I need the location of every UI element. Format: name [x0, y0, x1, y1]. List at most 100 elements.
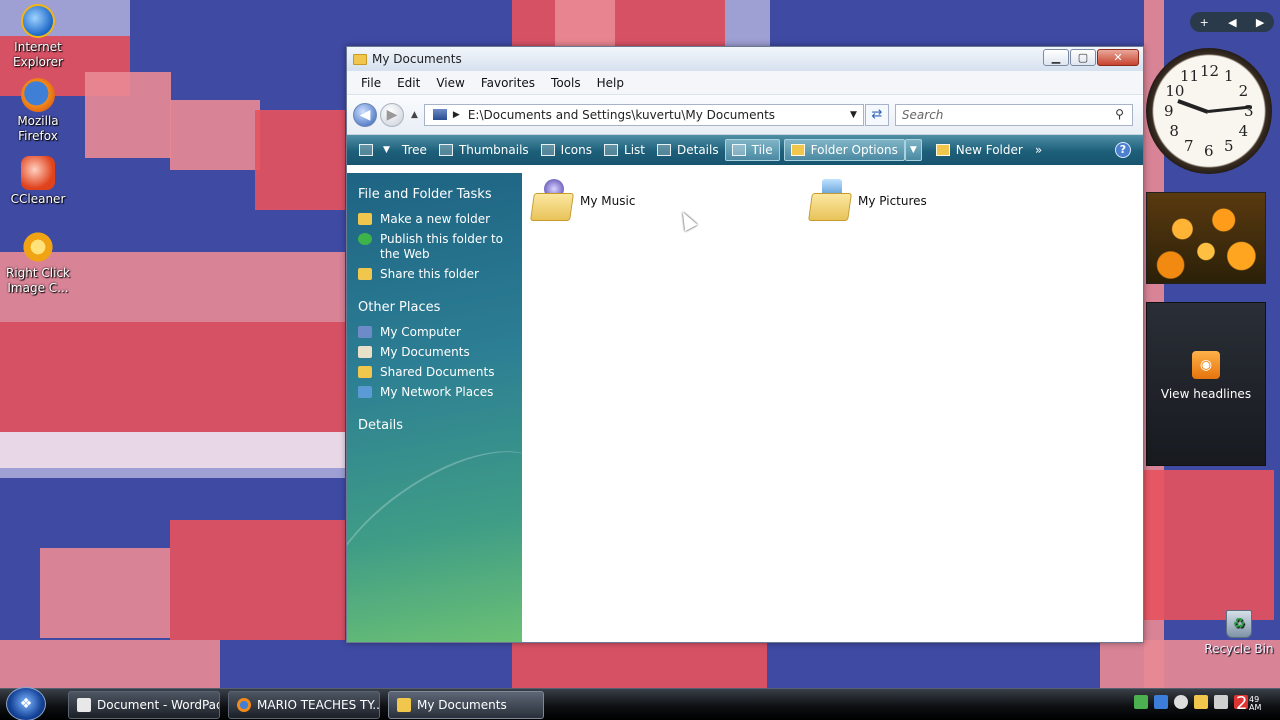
- make-new-folder-link[interactable]: Make a new folder: [358, 212, 522, 227]
- search-input[interactable]: Search ⚲: [894, 103, 1133, 126]
- address-bar[interactable]: ▶ E:\Documents and Settings\kuvertu\My D…: [423, 103, 864, 126]
- menu-bar: File Edit View Favorites Tools Help: [347, 71, 1143, 95]
- wallpaper-tile: [170, 520, 345, 640]
- my-documents-link[interactable]: My Documents: [358, 345, 522, 360]
- wallpaper-tile: [40, 548, 170, 638]
- wordpad-icon: [77, 698, 91, 712]
- refresh-button[interactable]: ⇄: [864, 103, 889, 126]
- shared-documents-link[interactable]: Shared Documents: [358, 365, 522, 380]
- menu-edit[interactable]: Edit: [389, 76, 428, 90]
- wallpaper-tile: [555, 0, 615, 46]
- menu-tools[interactable]: Tools: [543, 76, 589, 90]
- minimize-button[interactable]: ▁: [1043, 49, 1069, 66]
- details-heading[interactable]: Details: [358, 418, 522, 433]
- maximize-button[interactable]: ▢: [1070, 49, 1096, 66]
- thumbnails-button[interactable]: Thumbnails: [433, 139, 535, 161]
- desktop-icon-ccleaner[interactable]: CCleaner: [0, 156, 76, 207]
- icons-button[interactable]: Icons: [535, 139, 598, 161]
- folder-options-button[interactable]: Folder Options: [783, 139, 905, 161]
- more-commands-button[interactable]: »: [1029, 139, 1048, 161]
- task-label: Make a new folder: [380, 212, 491, 226]
- folder-icon: [397, 698, 411, 712]
- desktop-icon-label: Recycle Bin: [1204, 642, 1274, 656]
- menu-file[interactable]: File: [353, 76, 389, 90]
- skype-tray-icon[interactable]: [1174, 695, 1188, 709]
- tile-label: Tile: [751, 143, 773, 157]
- feed-headlines-gadget[interactable]: ◉ View headlines: [1146, 302, 1266, 466]
- add-gadget-button[interactable]: +: [1200, 16, 1209, 29]
- desktop-icon-internet-explorer[interactable]: Internet Explorer: [0, 4, 76, 70]
- back-button[interactable]: ◀: [353, 102, 377, 127]
- file-folder-tasks-heading[interactable]: File and Folder Tasks: [358, 187, 522, 202]
- desktop-icon-label: Internet Explorer: [13, 40, 63, 69]
- search-icon[interactable]: ⚲: [1115, 107, 1124, 121]
- firefox-icon: [21, 78, 55, 112]
- taskbar-button-label: My Documents: [417, 698, 507, 712]
- start-button[interactable]: ❖: [6, 687, 46, 720]
- desktop-icon-recycle-bin[interactable]: ♻ Recycle Bin: [1204, 610, 1274, 656]
- title-bar[interactable]: My Documents ▁ ▢ ✕: [347, 47, 1143, 71]
- clock-ampm: AM: [1249, 703, 1262, 712]
- monitor-tray-icon[interactable]: [1154, 695, 1168, 709]
- menu-help[interactable]: Help: [589, 76, 632, 90]
- thumbnails-icon: [438, 144, 453, 156]
- publish-folder-link[interactable]: Publish this folder to the Web: [358, 232, 522, 262]
- file-item-my-music[interactable]: My Music: [530, 179, 635, 223]
- wallpaper-tile: [0, 432, 345, 468]
- details-button[interactable]: Details: [651, 139, 725, 161]
- taskbar-button-wordpad[interactable]: Document - WordPad: [68, 691, 220, 719]
- wallpaper-tile: [725, 0, 770, 46]
- clock-gadget[interactable]: 12 1 2 3 4 5 6 7 8 9 10 11: [1146, 48, 1272, 174]
- folder-options-label: Folder Options: [810, 143, 898, 157]
- folder-options-icon: [790, 144, 805, 156]
- clock-numeral: 1: [1224, 67, 1234, 86]
- forward-button[interactable]: ▶: [380, 102, 404, 127]
- chevron-down-icon[interactable]: ▼: [850, 110, 857, 120]
- clock-numeral: 11: [1180, 67, 1200, 86]
- taskbar-button-label: MARIO TEACHES TY...: [257, 698, 380, 712]
- slideshow-gadget[interactable]: [1146, 192, 1266, 284]
- task-label: Share this folder: [380, 267, 479, 281]
- my-network-places-link[interactable]: My Network Places: [358, 385, 522, 400]
- folder-options-dropdown[interactable]: ▼: [904, 139, 922, 161]
- up-arrow-icon[interactable]: ▲: [411, 110, 418, 120]
- details-section: Details: [358, 418, 522, 433]
- next-gadget-button[interactable]: ▶: [1256, 16, 1264, 29]
- previous-gadget-button[interactable]: ◀: [1228, 16, 1236, 29]
- new-folder-button[interactable]: New Folder: [930, 139, 1029, 161]
- file-item-my-pictures[interactable]: My Pictures: [808, 179, 927, 223]
- file-name: My Music: [580, 194, 636, 208]
- key-tray-icon[interactable]: [1214, 695, 1228, 709]
- gadget-bar: + ◀ ▶: [1190, 12, 1274, 32]
- close-button[interactable]: ✕: [1097, 49, 1139, 66]
- other-places-heading[interactable]: Other Places: [358, 300, 522, 315]
- tool-tray-icon[interactable]: [1194, 695, 1208, 709]
- network-tray-icon[interactable]: [1134, 695, 1148, 709]
- list-button[interactable]: List: [598, 139, 651, 161]
- views-menu-button[interactable]: ▼: [353, 139, 396, 161]
- taskbar-clock[interactable]: 2 49 AM: [1236, 693, 1261, 714]
- chevron-down-icon: ▼: [383, 145, 390, 155]
- taskbar-button-my-documents[interactable]: My Documents: [388, 691, 544, 719]
- wallpaper-tile: [85, 72, 171, 158]
- desktop-icon-right-click-image[interactable]: Right Click Image C...: [0, 230, 76, 296]
- clock-hour: 2: [1236, 693, 1248, 714]
- tree-button[interactable]: Tree: [396, 139, 433, 161]
- breadcrumb-arrow-icon[interactable]: ▶: [453, 110, 460, 120]
- task-label: Publish this folder to the Web: [380, 232, 503, 261]
- menu-view[interactable]: View: [428, 76, 472, 90]
- tile-button[interactable]: Tile: [724, 139, 780, 161]
- help-button[interactable]: ?: [1109, 139, 1137, 161]
- more-commands-label: »: [1034, 143, 1043, 157]
- desktop: Internet Explorer Mozilla Firefox CClean…: [0, 0, 1280, 688]
- menu-favorites[interactable]: Favorites: [473, 76, 543, 90]
- shared-folder-icon: [358, 366, 372, 378]
- new-folder-icon: [358, 213, 372, 225]
- task-label: Shared Documents: [380, 365, 495, 379]
- desktop-icon-firefox[interactable]: Mozilla Firefox: [0, 78, 76, 144]
- my-computer-link[interactable]: My Computer: [358, 325, 522, 340]
- share-folder-link[interactable]: Share this folder: [358, 267, 522, 282]
- documents-icon: [358, 346, 372, 358]
- taskbar-button-firefox[interactable]: MARIO TEACHES TY...: [228, 691, 380, 719]
- network-icon: [358, 386, 372, 398]
